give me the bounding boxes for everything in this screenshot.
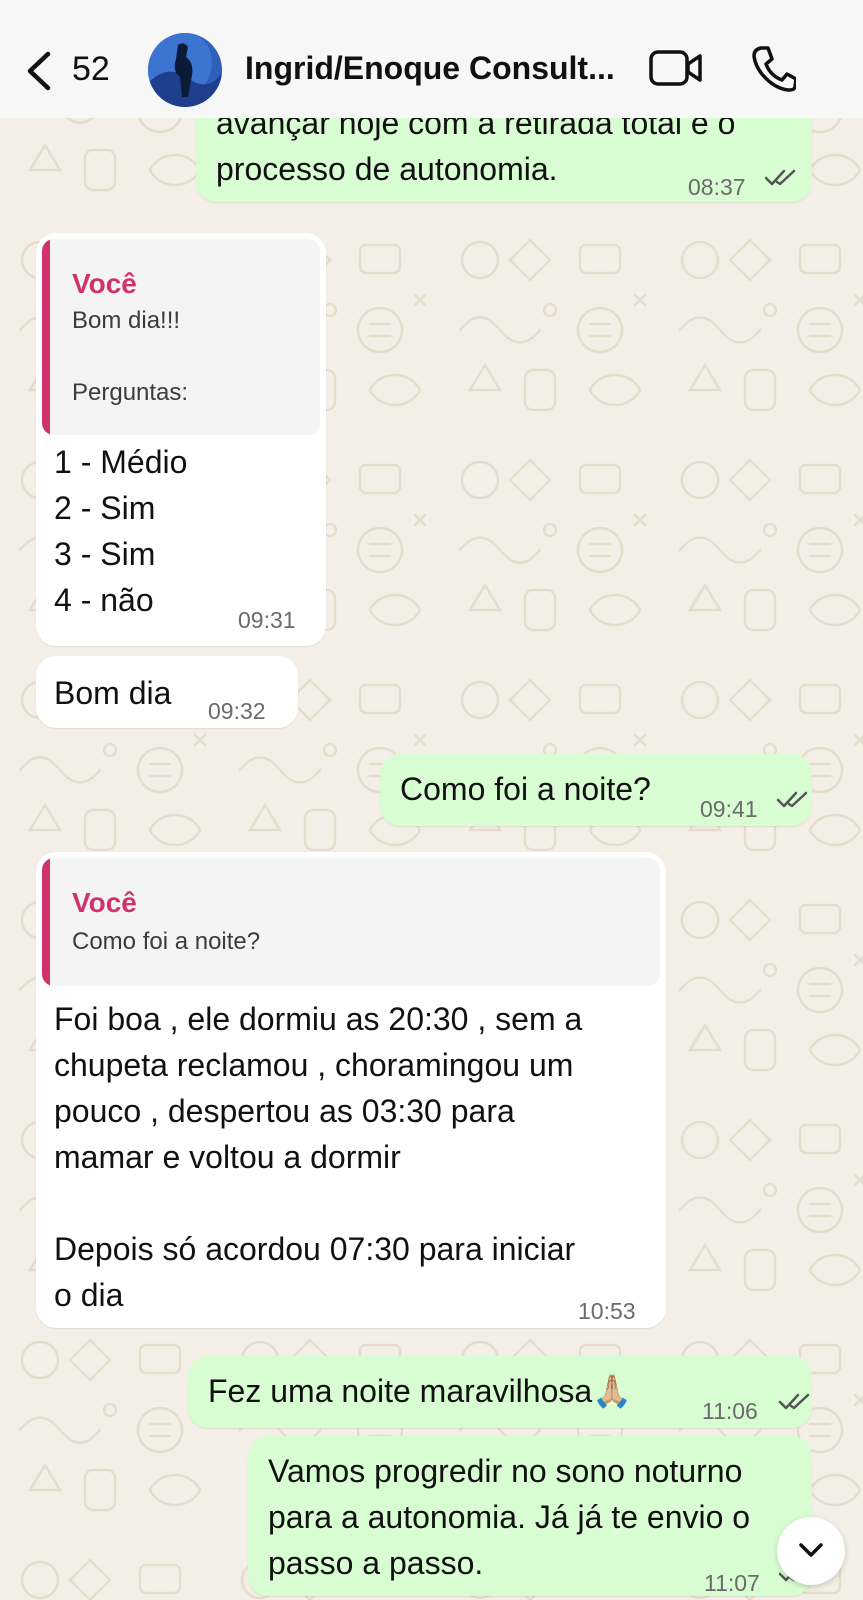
read-receipt-icon: [778, 1393, 810, 1410]
outgoing-message[interactable]: Vamos progredir no sono noturno para a a…: [248, 1436, 812, 1596]
unread-count[interactable]: 52: [72, 50, 110, 89]
message-time: 10:53: [578, 1298, 636, 1324]
read-receipt-icon: [776, 791, 808, 808]
back-chevron-icon[interactable]: [22, 48, 58, 94]
quote-accent-bar: [42, 858, 50, 986]
message-text: Bom dia: [54, 675, 172, 711]
contact-avatar[interactable]: [148, 33, 222, 107]
quoted-message[interactable]: Você Bom dia!!! Perguntas:: [42, 239, 320, 435]
phone-call-icon[interactable]: [752, 44, 796, 92]
quote-text: Como foi a noite?: [72, 928, 261, 955]
message-text: 1 - Médio 2 - Sim 3 - Sim 4 - não: [54, 444, 188, 618]
message-text: Vamos progredir no sono noturno para a a…: [268, 1453, 751, 1581]
outgoing-message[interactable]: Fez uma noite maravilhosa🙏🏼 11:06: [188, 1356, 812, 1428]
message-time: 11:06: [702, 1398, 758, 1424]
chevron-down-icon: [799, 1543, 823, 1557]
message-time: 09:41: [700, 796, 758, 822]
quote-author: Você: [72, 268, 137, 299]
quoted-message[interactable]: Você Como foi a noite?: [42, 858, 660, 986]
video-call-icon[interactable]: [648, 48, 704, 88]
message-text: Fez uma noite maravilhosa🙏🏼: [208, 1373, 633, 1409]
message-text: Foi boa , ele dormiu as 20:30 , sem a ch…: [54, 1001, 583, 1313]
message-time: 11:07: [704, 1570, 760, 1596]
incoming-message[interactable]: Bom dia 09:32: [36, 656, 298, 728]
chat-header: 52 Ingrid/Enoque Consult...: [0, 0, 863, 118]
message-text: Como foi a noite?: [400, 771, 651, 807]
message-time: 09:31: [238, 607, 296, 633]
read-receipt-icon: [764, 169, 796, 186]
message-list[interactable]: avançar hoje com a retirada total e o pr…: [0, 0, 863, 1600]
quote-accent-bar: [42, 239, 50, 435]
quote-text: Bom dia!!! Perguntas:: [72, 307, 189, 406]
message-time: 08:37: [688, 174, 746, 200]
message-time: 09:32: [208, 698, 266, 724]
contact-name[interactable]: Ingrid/Enoque Consult...: [245, 50, 625, 87]
outgoing-message[interactable]: Como foi a noite? 09:41: [380, 754, 812, 826]
scroll-to-bottom-button[interactable]: [777, 1517, 845, 1585]
incoming-message[interactable]: Você Bom dia!!! Perguntas: 1 - Médio 2 -…: [36, 233, 326, 646]
incoming-message[interactable]: Você Como foi a noite? Foi boa , ele dor…: [36, 852, 666, 1328]
quote-author: Você: [72, 887, 137, 918]
